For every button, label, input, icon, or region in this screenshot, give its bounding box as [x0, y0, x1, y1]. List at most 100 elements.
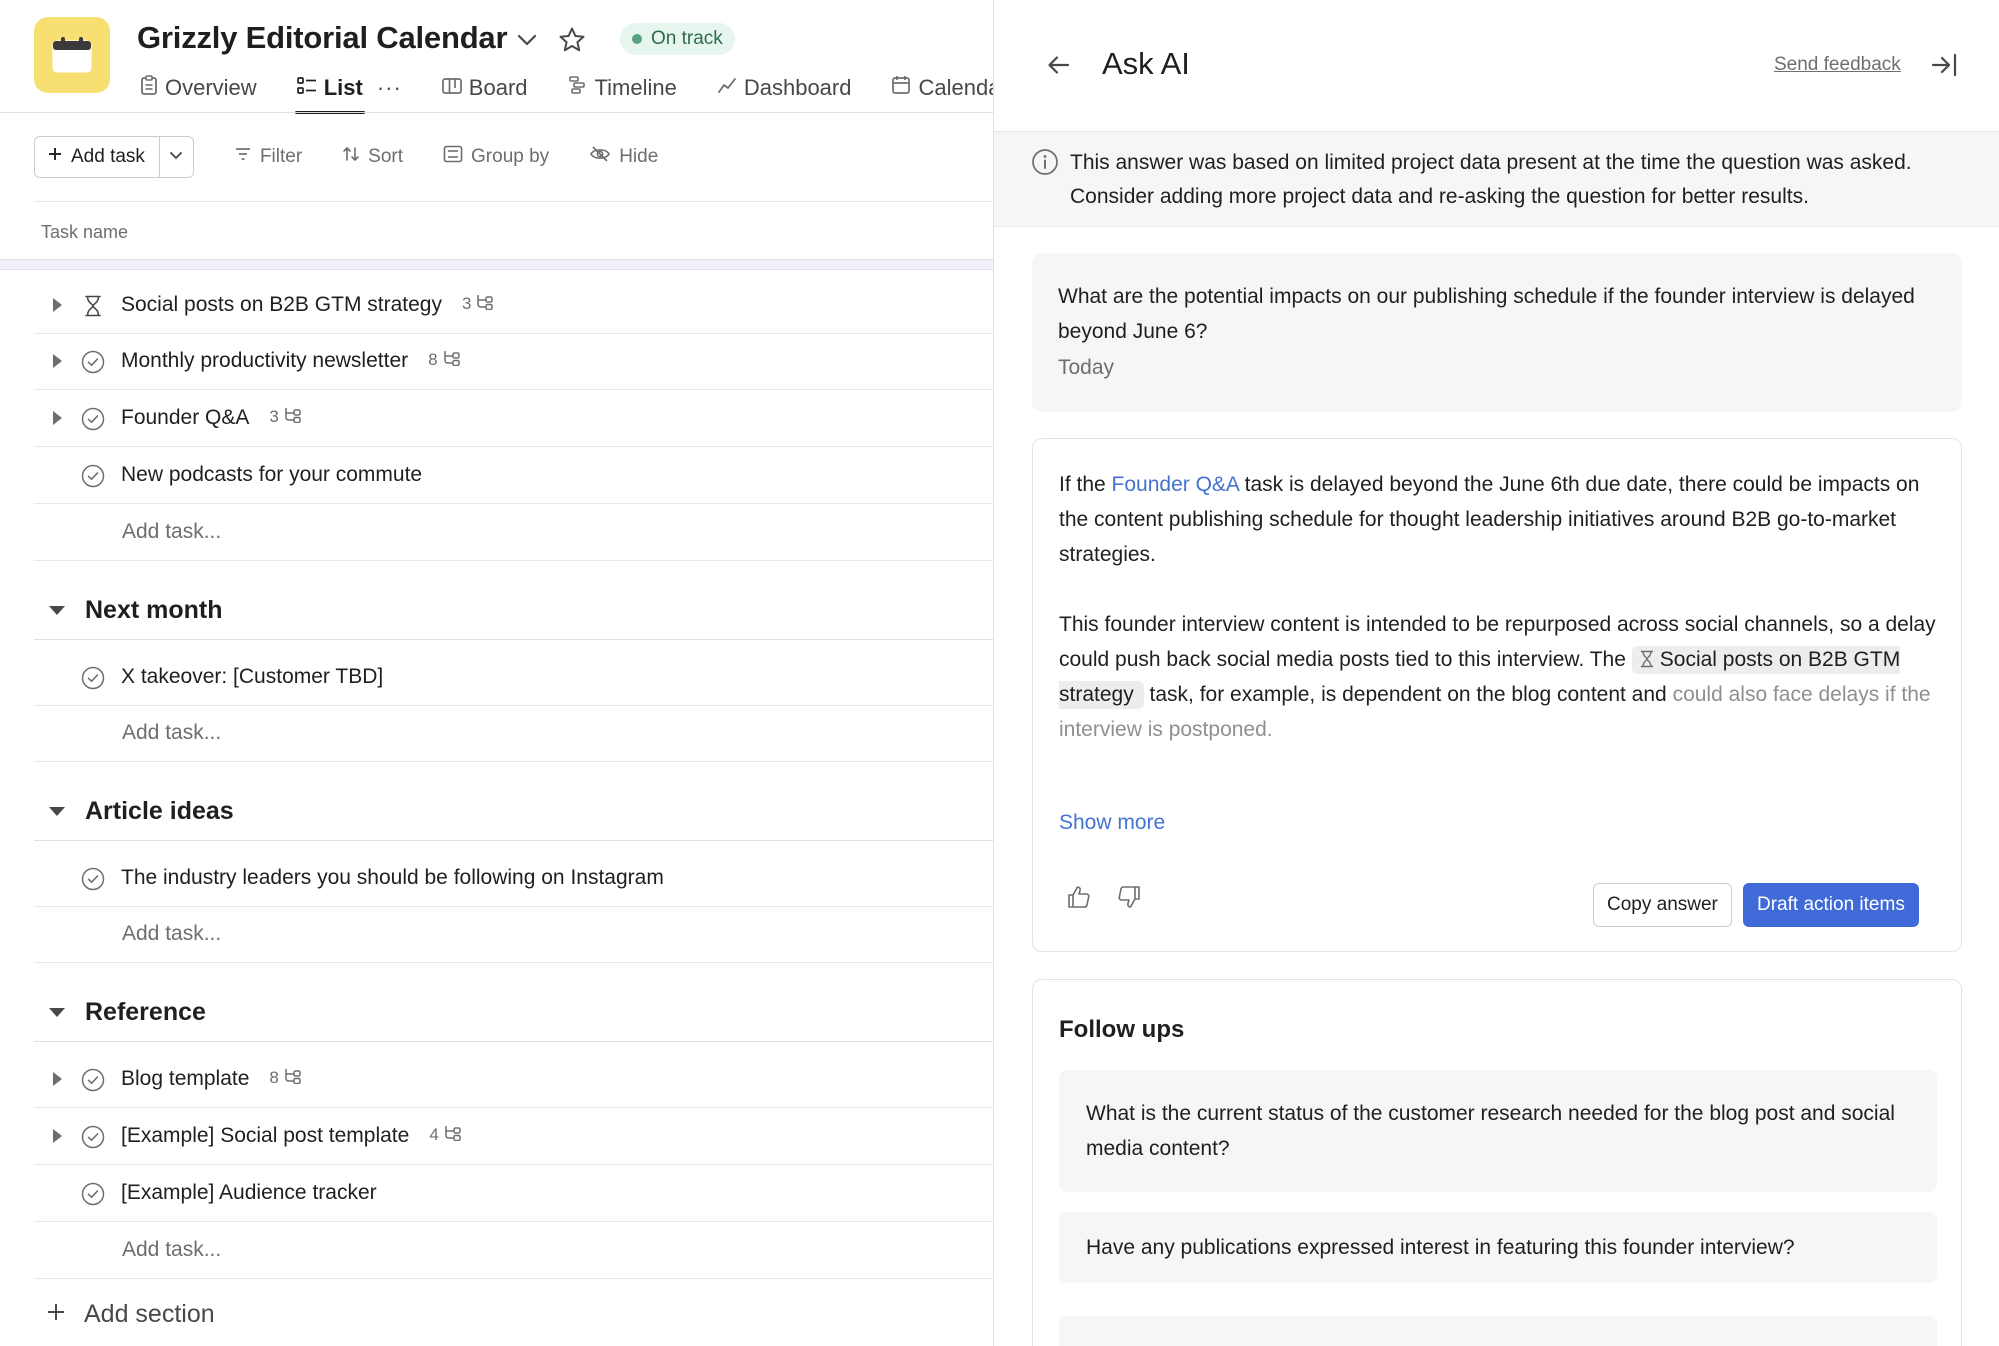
followup-question[interactable]: Have any publications expressed interest… [1059, 1212, 1937, 1283]
check-circle-icon[interactable] [81, 464, 105, 488]
task-name[interactable]: Blog template 8 [121, 1067, 303, 1091]
task-name[interactable]: New podcasts for your commute [121, 463, 422, 487]
column-header-task-name[interactable]: Task name [41, 222, 128, 243]
project-status-badge[interactable]: On track [620, 23, 735, 55]
copy-answer-button[interactable]: Copy answer [1593, 883, 1732, 927]
task-name[interactable]: [Example] Social post template 4 [121, 1124, 463, 1148]
check-circle-icon[interactable] [81, 666, 105, 690]
tab-board-label: Board [468, 75, 528, 100]
expand-subtasks-icon[interactable] [53, 1072, 62, 1086]
tab-calendar[interactable]: Calenda [891, 70, 993, 106]
expand-subtasks-icon[interactable] [53, 1129, 62, 1143]
table-row[interactable]: Monthly productivity newsletter 8 [34, 334, 993, 390]
info-banner: This answer was based on limited project… [994, 132, 1999, 227]
eye-off-icon [589, 145, 611, 169]
expand-subtasks-icon[interactable] [53, 411, 62, 425]
tab-timeline[interactable]: Timeline [568, 70, 677, 106]
followup-question[interactable]: What is the current status of the custom… [1059, 1070, 1937, 1192]
list-toolbar: Add task Filter Sort Group by Hide [34, 136, 658, 178]
check-circle-icon[interactable] [81, 1125, 105, 1149]
section-name[interactable]: Next month [85, 596, 223, 625]
table-row[interactable]: [Example] Social post template 4 [34, 1109, 993, 1165]
section-header[interactable]: Next month [34, 580, 993, 640]
subtask-count[interactable]: 8 [269, 1068, 302, 1089]
check-circle-icon[interactable] [81, 867, 105, 891]
add-task-dropdown-button[interactable] [159, 136, 194, 178]
check-circle-icon[interactable] [81, 350, 105, 374]
section-name[interactable]: Reference [85, 998, 206, 1027]
followup-question-partial[interactable] [1059, 1316, 1937, 1346]
chevron-down-icon[interactable] [514, 27, 540, 58]
collapse-panel-icon[interactable] [1930, 52, 1958, 83]
tab-overview[interactable]: Overview [140, 70, 257, 106]
section-name[interactable]: Article ideas [85, 797, 234, 826]
subtask-icon [283, 407, 303, 428]
add-section-button[interactable]: Add section [46, 1300, 215, 1329]
hourglass-icon[interactable] [81, 294, 105, 318]
filter-label: Filter [259, 146, 303, 167]
expand-subtasks-icon[interactable] [53, 298, 62, 312]
subtask-count[interactable]: 3 [462, 294, 495, 315]
task-name[interactable]: X takeover: [Customer TBD] [121, 665, 383, 689]
board-icon [441, 75, 462, 101]
task-name[interactable]: Social posts on B2B GTM strategy 3 [121, 293, 495, 317]
tab-board[interactable]: Board [441, 70, 528, 106]
add-task-inline[interactable]: Add task... [34, 1223, 993, 1279]
show-more-link[interactable]: Show more [1059, 811, 1165, 835]
founder-qa-link[interactable]: Founder Q&A [1112, 473, 1239, 496]
tab-list[interactable]: List [294, 70, 365, 114]
add-task-inline[interactable]: Add task... [34, 907, 993, 963]
add-task-button[interactable]: Add task [34, 136, 160, 178]
table-row[interactable]: [Example] Audience tracker [34, 1166, 993, 1222]
add-task-inline-label: Add task... [122, 1238, 222, 1261]
project-calendar-icon[interactable] [34, 17, 110, 93]
task-name[interactable]: Monthly productivity newsletter 8 [121, 349, 462, 373]
draft-action-items-button[interactable]: Draft action items [1743, 883, 1919, 927]
check-circle-icon[interactable] [81, 1068, 105, 1092]
add-task-inline[interactable]: Add task... [34, 505, 993, 561]
filter-button[interactable]: Filter [234, 146, 302, 168]
tab-more-options-icon[interactable]: ··· [377, 70, 402, 106]
list-icon [296, 75, 317, 101]
check-circle-icon[interactable] [81, 407, 105, 431]
expand-subtasks-icon[interactable] [53, 354, 62, 368]
back-arrow-icon[interactable] [1046, 52, 1072, 83]
thumbs-down-icon[interactable] [1115, 883, 1143, 916]
add-task-inline[interactable]: Add task... [34, 706, 993, 762]
answer-card: If the Founder Q&A task is delayed beyon… [1032, 438, 1962, 952]
thumbs-up-icon[interactable] [1065, 883, 1093, 916]
table-row[interactable]: Founder Q&A 3 [34, 391, 993, 447]
collapse-section-icon[interactable] [49, 807, 65, 816]
section-header[interactable]: Article ideas [34, 781, 993, 841]
table-row[interactable]: New podcasts for your commute [34, 448, 993, 504]
task-name[interactable]: [Example] Audience tracker [121, 1181, 377, 1205]
subtask-count[interactable]: 4 [429, 1125, 462, 1146]
chevron-down-icon [168, 147, 184, 168]
table-row[interactable]: Social posts on B2B GTM strategy 3 [34, 278, 993, 334]
task-name[interactable]: Founder Q&A 3 [121, 406, 303, 430]
table-row-partial[interactable] [0, 260, 993, 270]
send-feedback-link[interactable]: Send feedback [1774, 54, 1901, 76]
add-task-inline-label: Add task... [122, 922, 222, 945]
answer-body: If the Founder Q&A task is delayed beyon… [1059, 473, 1936, 741]
collapse-section-icon[interactable] [49, 1008, 65, 1017]
question-card: What are the potential impacts on our pu… [1032, 253, 1962, 412]
table-row[interactable]: Blog template 8 [34, 1052, 993, 1108]
table-row[interactable]: The industry leaders you should be follo… [34, 851, 993, 907]
sort-button[interactable]: Sort [342, 145, 403, 169]
followups-title: Follow ups [1059, 1016, 1185, 1043]
subtask-count[interactable]: 3 [269, 407, 302, 428]
subtask-count[interactable]: 8 [428, 350, 461, 371]
tab-dashboard[interactable]: Dashboard [717, 70, 851, 106]
collapse-section-icon[interactable] [49, 606, 65, 615]
check-circle-icon[interactable] [81, 1182, 105, 1206]
tab-list-label: List [323, 75, 363, 100]
group-by-button[interactable]: Group by [443, 145, 549, 169]
hide-button[interactable]: Hide [589, 145, 658, 169]
section-header[interactable]: Reference [34, 982, 993, 1042]
clipboard-icon [140, 75, 158, 101]
task-name[interactable]: The industry leaders you should be follo… [121, 866, 664, 890]
project-title[interactable]: Grizzly Editorial Calendar [137, 20, 508, 56]
table-row[interactable]: X takeover: [Customer TBD] [34, 650, 993, 706]
star-icon[interactable] [557, 25, 587, 60]
